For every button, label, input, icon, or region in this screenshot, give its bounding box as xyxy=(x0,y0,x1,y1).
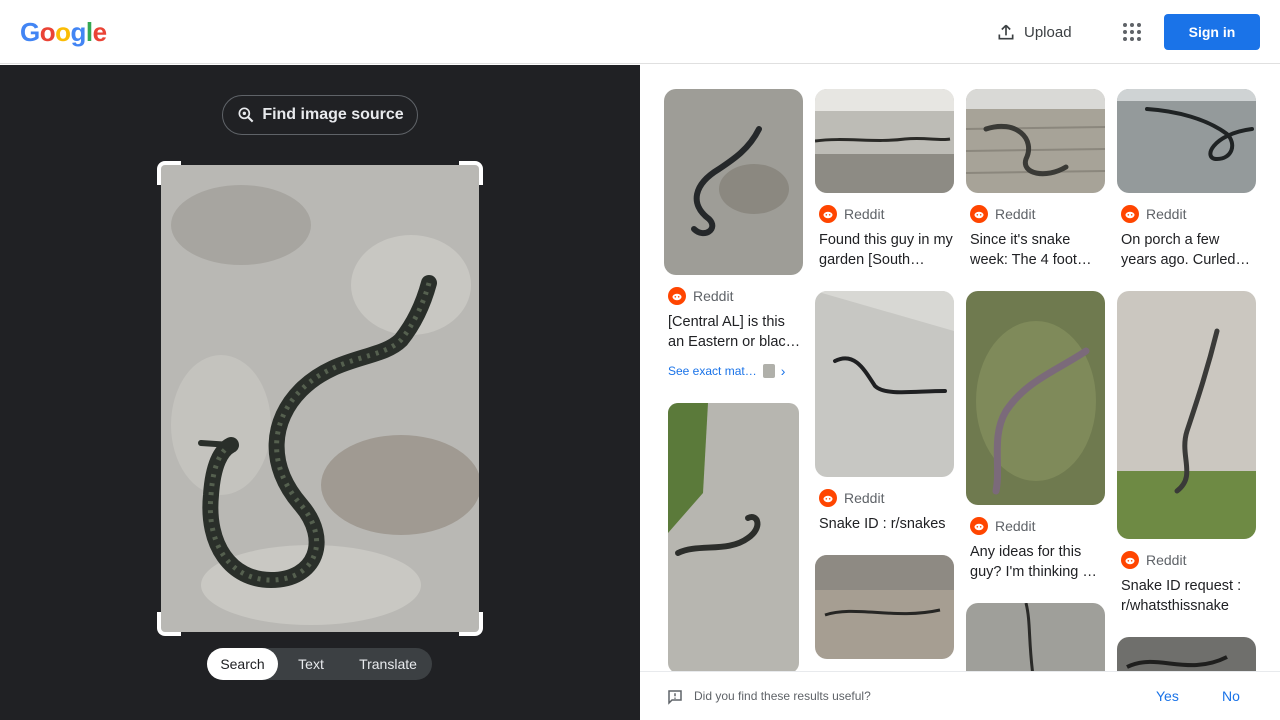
mode-switcher: Search Text Translate xyxy=(207,648,432,680)
see-exact-matches-label: See exact mat… xyxy=(668,364,757,378)
feedback-yes-button[interactable]: Yes xyxy=(1156,688,1179,704)
result-card[interactable]: Reddit Found this guy in my garden [Sout… xyxy=(815,89,954,279)
result-title[interactable]: Snake ID : r/snakes xyxy=(819,514,953,534)
mode-text-tab[interactable]: Text xyxy=(278,648,344,680)
reddit-icon xyxy=(1121,551,1139,569)
result-source-name: Reddit xyxy=(1146,206,1187,222)
upload-label: Upload xyxy=(1024,23,1072,41)
result-thumbnail[interactable] xyxy=(966,291,1105,505)
result-thumbnail[interactable] xyxy=(664,89,803,275)
query-image xyxy=(161,165,479,632)
result-source: Reddit xyxy=(970,517,1035,535)
logo-letter: g xyxy=(70,17,87,47)
apps-grid-icon xyxy=(1123,23,1141,41)
crop-handle-top-right[interactable] xyxy=(459,161,483,185)
visual-matches-panel: Reddit [Central AL] is this an Eastern o… xyxy=(640,65,1280,671)
crop-handle-top-left[interactable] xyxy=(157,161,181,185)
result-title[interactable]: On porch a few years ago. Curled… xyxy=(1121,230,1255,270)
feedback-no-button[interactable]: No xyxy=(1222,688,1240,704)
result-card[interactable] xyxy=(668,403,807,671)
result-source-name: Reddit xyxy=(995,518,1036,534)
reddit-icon xyxy=(1121,205,1139,223)
result-card[interactable]: Reddit Any ideas for this guy? I'm think… xyxy=(966,291,1105,591)
logo-letter: o xyxy=(39,17,56,47)
result-thumbnail[interactable] xyxy=(1117,637,1256,671)
result-thumbnail[interactable] xyxy=(966,89,1105,193)
result-thumbnail[interactable] xyxy=(815,555,954,659)
google-logo[interactable]: Google xyxy=(20,17,107,48)
result-source: Reddit xyxy=(819,205,884,223)
result-source: Reddit xyxy=(668,287,733,305)
apps-grid-button[interactable] xyxy=(1114,14,1150,50)
reddit-icon xyxy=(668,287,686,305)
result-card[interactable] xyxy=(815,555,954,659)
reddit-icon xyxy=(970,517,988,535)
result-thumbnail[interactable] xyxy=(668,403,799,671)
see-exact-matches-link[interactable]: See exact mat… › xyxy=(668,363,785,379)
result-card[interactable]: Reddit Since it's snake week: The 4 foot… xyxy=(966,89,1105,279)
result-card[interactable]: Reddit Snake ID : r/snakes xyxy=(815,291,954,537)
result-card[interactable] xyxy=(966,603,1105,671)
result-thumbnail[interactable] xyxy=(1117,89,1256,193)
crop-handle-bottom-right[interactable] xyxy=(459,612,483,636)
find-image-source-button[interactable]: Find image source xyxy=(222,95,418,135)
result-thumbnail[interactable] xyxy=(815,89,954,193)
logo-letter: l xyxy=(85,17,93,47)
find-image-source-label: Find image source xyxy=(262,106,404,123)
result-title[interactable]: [Central AL] is this an Eastern or blac… xyxy=(668,312,802,352)
result-title[interactable]: Found this guy in my garden [South… xyxy=(819,230,953,270)
chevron-right-icon: › xyxy=(780,363,786,379)
result-source: Reddit xyxy=(1121,205,1186,223)
upload-button[interactable]: Upload xyxy=(988,14,1080,50)
query-image-panel: Find image source Search Text Translate xyxy=(0,65,640,720)
result-thumbnail[interactable] xyxy=(966,603,1105,671)
reddit-icon xyxy=(970,205,988,223)
result-card[interactable]: Reddit On porch a few years ago. Curled… xyxy=(1117,89,1256,279)
crop-selection[interactable] xyxy=(157,161,483,636)
logo-letter: e xyxy=(92,17,107,47)
result-card[interactable]: Reddit [Central AL] is this an Eastern o… xyxy=(664,89,803,389)
lens-search-icon xyxy=(238,107,254,123)
logo-letter: o xyxy=(55,17,71,47)
result-source: Reddit xyxy=(1121,551,1186,569)
reddit-icon xyxy=(819,489,837,507)
result-source-name: Reddit xyxy=(844,206,885,222)
reddit-icon xyxy=(819,205,837,223)
result-card[interactable] xyxy=(1117,637,1256,671)
top-bar: Google Upload Sign in xyxy=(0,0,1280,64)
result-thumbnail[interactable] xyxy=(1117,291,1256,539)
exact-match-thumbnail-icon xyxy=(762,364,775,378)
result-title[interactable]: Since it's snake week: The 4 foot… xyxy=(970,230,1104,270)
result-title[interactable]: Any ideas for this guy? I'm thinking … xyxy=(970,542,1104,582)
upload-icon xyxy=(998,24,1014,40)
mode-search-tab[interactable]: Search xyxy=(207,648,278,680)
result-source-name: Reddit xyxy=(844,490,885,506)
mode-translate-tab[interactable]: Translate xyxy=(344,648,432,680)
crop-handle-bottom-left[interactable] xyxy=(157,612,181,636)
result-source-name: Reddit xyxy=(995,206,1036,222)
result-thumbnail[interactable] xyxy=(815,291,954,477)
feedback-icon xyxy=(668,690,682,705)
result-source: Reddit xyxy=(970,205,1035,223)
feedback-bar: Did you find these results useful? Yes N… xyxy=(640,671,1280,720)
result-card[interactable]: Reddit Snake ID request : r/whatsthissna… xyxy=(1117,291,1256,621)
sign-in-button[interactable]: Sign in xyxy=(1164,14,1260,50)
result-source: Reddit xyxy=(819,489,884,507)
logo-letter: G xyxy=(20,17,40,47)
result-source-name: Reddit xyxy=(1146,552,1187,568)
result-title[interactable]: Snake ID request : r/whatsthissnake xyxy=(1121,576,1255,616)
feedback-question: Did you find these results useful? xyxy=(694,689,871,703)
result-source-name: Reddit xyxy=(693,288,734,304)
